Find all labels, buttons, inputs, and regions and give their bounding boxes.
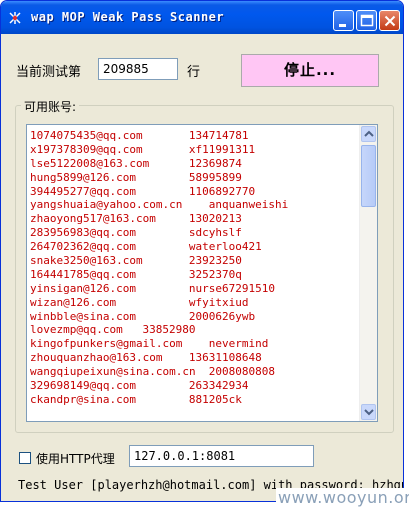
account-password: sdcyhslf (188, 226, 242, 240)
account-email: yinsigan@126.com (30, 281, 136, 295)
account-row: ckandpr@sina.com 881205ck (30, 393, 360, 407)
account-password: 13631108648 (188, 351, 262, 365)
account-row: lse5122008@163.com 12369874 (30, 157, 360, 171)
account-email: 283956983@qq.com (30, 226, 136, 240)
account-password: 1106892770 (188, 184, 256, 198)
arrow-up-icon (364, 130, 374, 137)
account-email: 394495277@qq.com (30, 184, 136, 198)
account-row: 1074075435@qq.com 134714781 (30, 129, 360, 143)
current-row-field[interactable]: 209885 (98, 58, 178, 80)
account-email: 164441785@qq.com (30, 267, 136, 281)
row-suffix-label: 行 (187, 65, 201, 80)
account-password: 2008080808 (208, 365, 275, 379)
account-row: 329698149@qq.com 263342934 (30, 379, 360, 393)
proxy-address-field[interactable]: 127.0.0.1:8081 (129, 445, 314, 467)
use-proxy-label[interactable]: 使用HTTP代理 (36, 450, 115, 467)
window-title: wap MOP Weak Pass Scanner (31, 10, 225, 24)
account-password: 881205ck (188, 392, 242, 406)
account-email: zhaoyong517@163.com (30, 212, 156, 226)
account-row: wizan@126.com wfyitxiud (30, 296, 360, 310)
current-row-label: 当前测试第 (16, 65, 82, 80)
account-row: zhouquanzhao@163.com 13631108648 (30, 351, 360, 365)
account-password: 23923250 (188, 254, 242, 268)
account-row: snake3250@163.com 23923250 (30, 254, 360, 268)
account-email: lse5122008@163.com (30, 156, 150, 170)
close-icon (384, 15, 396, 27)
account-password: 134714781 (188, 129, 249, 142)
accounts-list[interactable]: 1074075435@qq.com 134714781 x197378309@qq.… (26, 124, 378, 422)
close-button[interactable] (379, 10, 400, 31)
account-email: 1074075435@qq.com (30, 129, 143, 142)
account-password: 12369874 (188, 156, 242, 170)
account-email: hung5899@126.com (30, 170, 136, 184)
account-password: 58995899 (188, 170, 242, 184)
account-row: kingofpunkers@gmail.com nevermind (30, 337, 360, 351)
account-email: wizan@126.com (30, 295, 117, 309)
account-email: 264702362@qq.com (30, 240, 136, 254)
account-row: lovezmp@qq.com 33852980 (30, 323, 360, 337)
accounts-group-label: 可用账号: (21, 98, 80, 115)
account-row: 164441785@qq.com 3252370q (30, 268, 360, 282)
account-row: x197378309@qq.com xf11991311 (30, 143, 360, 157)
account-row: zhaoyong517@163.com 13020213 (30, 212, 360, 226)
account-password: 3252370q (188, 267, 242, 281)
stop-button[interactable]: 停止... (241, 54, 379, 87)
account-password: anquanweishi (208, 198, 289, 212)
scroll-down-button[interactable] (361, 404, 376, 420)
app-icon (9, 12, 21, 24)
watermark-text: www.wooyun.org (276, 488, 409, 507)
arrow-down-icon (364, 409, 374, 416)
use-proxy-checkbox[interactable] (19, 452, 31, 464)
account-email: x197378309@qq.com (30, 142, 143, 156)
account-password: 2000626ywb (188, 309, 256, 323)
scroll-thumb[interactable] (361, 145, 376, 207)
account-email: winbble@sina.com (30, 309, 136, 323)
maximize-icon (360, 14, 374, 27)
account-password: nevermind (208, 337, 269, 351)
account-row: 283956983@qq.com sdcyhslf (30, 226, 360, 240)
accounts-list-content: 1074075435@qq.com 134714781 x197378309@qq.… (30, 129, 360, 407)
account-row: 394495277@qq.com 1106892770 (30, 185, 360, 199)
title-bar[interactable]: wap MOP Weak Pass Scanner (1, 1, 403, 34)
account-row: winbble@sina.com 2000626ywb (30, 310, 360, 324)
account-password: nurse67291510 (188, 281, 275, 295)
account-row: 264702362@qq.com waterloo421 (30, 240, 360, 254)
vertical-scrollbar[interactable] (359, 125, 377, 421)
account-email: 329698149@qq.com (30, 379, 136, 393)
account-email: zhouquanzhao@163.com (30, 351, 163, 365)
account-password: waterloo421 (188, 240, 262, 254)
account-email: yangshuaia@yahoo.com.cn (30, 198, 183, 212)
account-email: ckandpr@sina.com (30, 392, 136, 406)
account-password: xf11991311 (188, 142, 256, 156)
account-email: snake3250@163.com (30, 254, 143, 268)
account-row: hung5899@126.com 58995899 (30, 171, 360, 185)
account-password: wfyitxiud (188, 295, 249, 309)
account-email: wangqiupeixun@sina.com.cn (30, 365, 196, 379)
account-password: 263342934 (188, 379, 249, 393)
account-email: lovezmp@qq.com (30, 323, 123, 337)
minimize-button[interactable] (333, 10, 354, 31)
account-password: 13020213 (188, 212, 242, 226)
minimize-icon (339, 24, 346, 27)
account-row: wangqiupeixun@sina.com.cn 2008080808 (30, 365, 360, 379)
maximize-button[interactable] (356, 10, 377, 31)
account-email: kingofpunkers@gmail.com (30, 337, 183, 351)
scroll-up-button[interactable] (361, 126, 376, 142)
app-window: wap MOP Weak Pass Scanner 当前测试第 209885 行… (0, 0, 404, 502)
account-row: yinsigan@126.com nurse67291510 (30, 282, 360, 296)
account-row: yangshuaia@yahoo.com.cn anquanweishi (30, 198, 360, 212)
account-password: 33852980 (142, 323, 196, 337)
